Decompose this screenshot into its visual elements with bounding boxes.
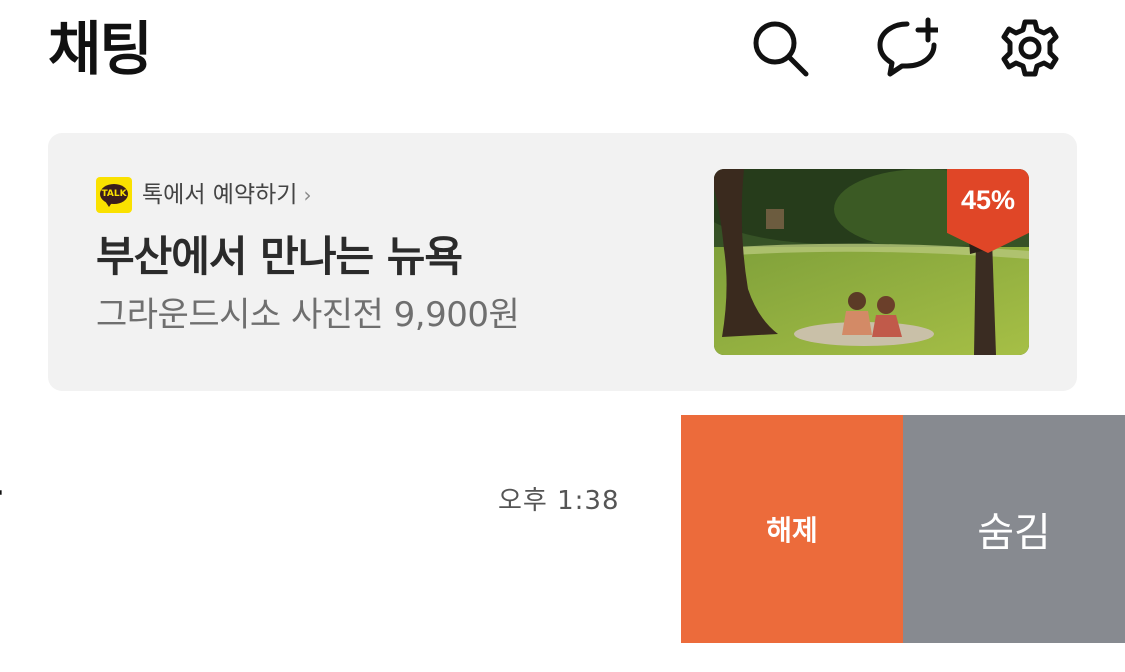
hide-button[interactable]: 숨김 <box>903 415 1125 643</box>
page-title: 채팅 <box>48 15 153 83</box>
promo-banner[interactable]: TALK 톡에서 예약하기 › 부산에서 만나는 뉴욕 그라운드시소 사진전 9,… <box>48 133 1077 391</box>
gear-icon[interactable] <box>998 16 1062 80</box>
chevron-right-icon: › <box>303 183 312 207</box>
banner-photo: 45% <box>714 169 1029 355</box>
banner-label[interactable]: 톡에서 예약하기 › <box>142 177 311 213</box>
kakaotalk-logo-icon: TALK <box>96 177 132 213</box>
chat-room-name: 방 <box>0 475 2 531</box>
new-chat-icon[interactable] <box>874 16 938 80</box>
banner-title: 부산에서 만나는 뉴욕 <box>96 232 463 281</box>
unpin-button[interactable]: 해제 <box>681 415 903 643</box>
banner-subtitle: 그라운드시소 사진전 9,900원 <box>96 295 520 335</box>
search-icon[interactable] <box>748 16 812 80</box>
chat-timestamp: 오후 1:38 <box>498 486 620 516</box>
discount-badge: 45% <box>947 169 1029 253</box>
